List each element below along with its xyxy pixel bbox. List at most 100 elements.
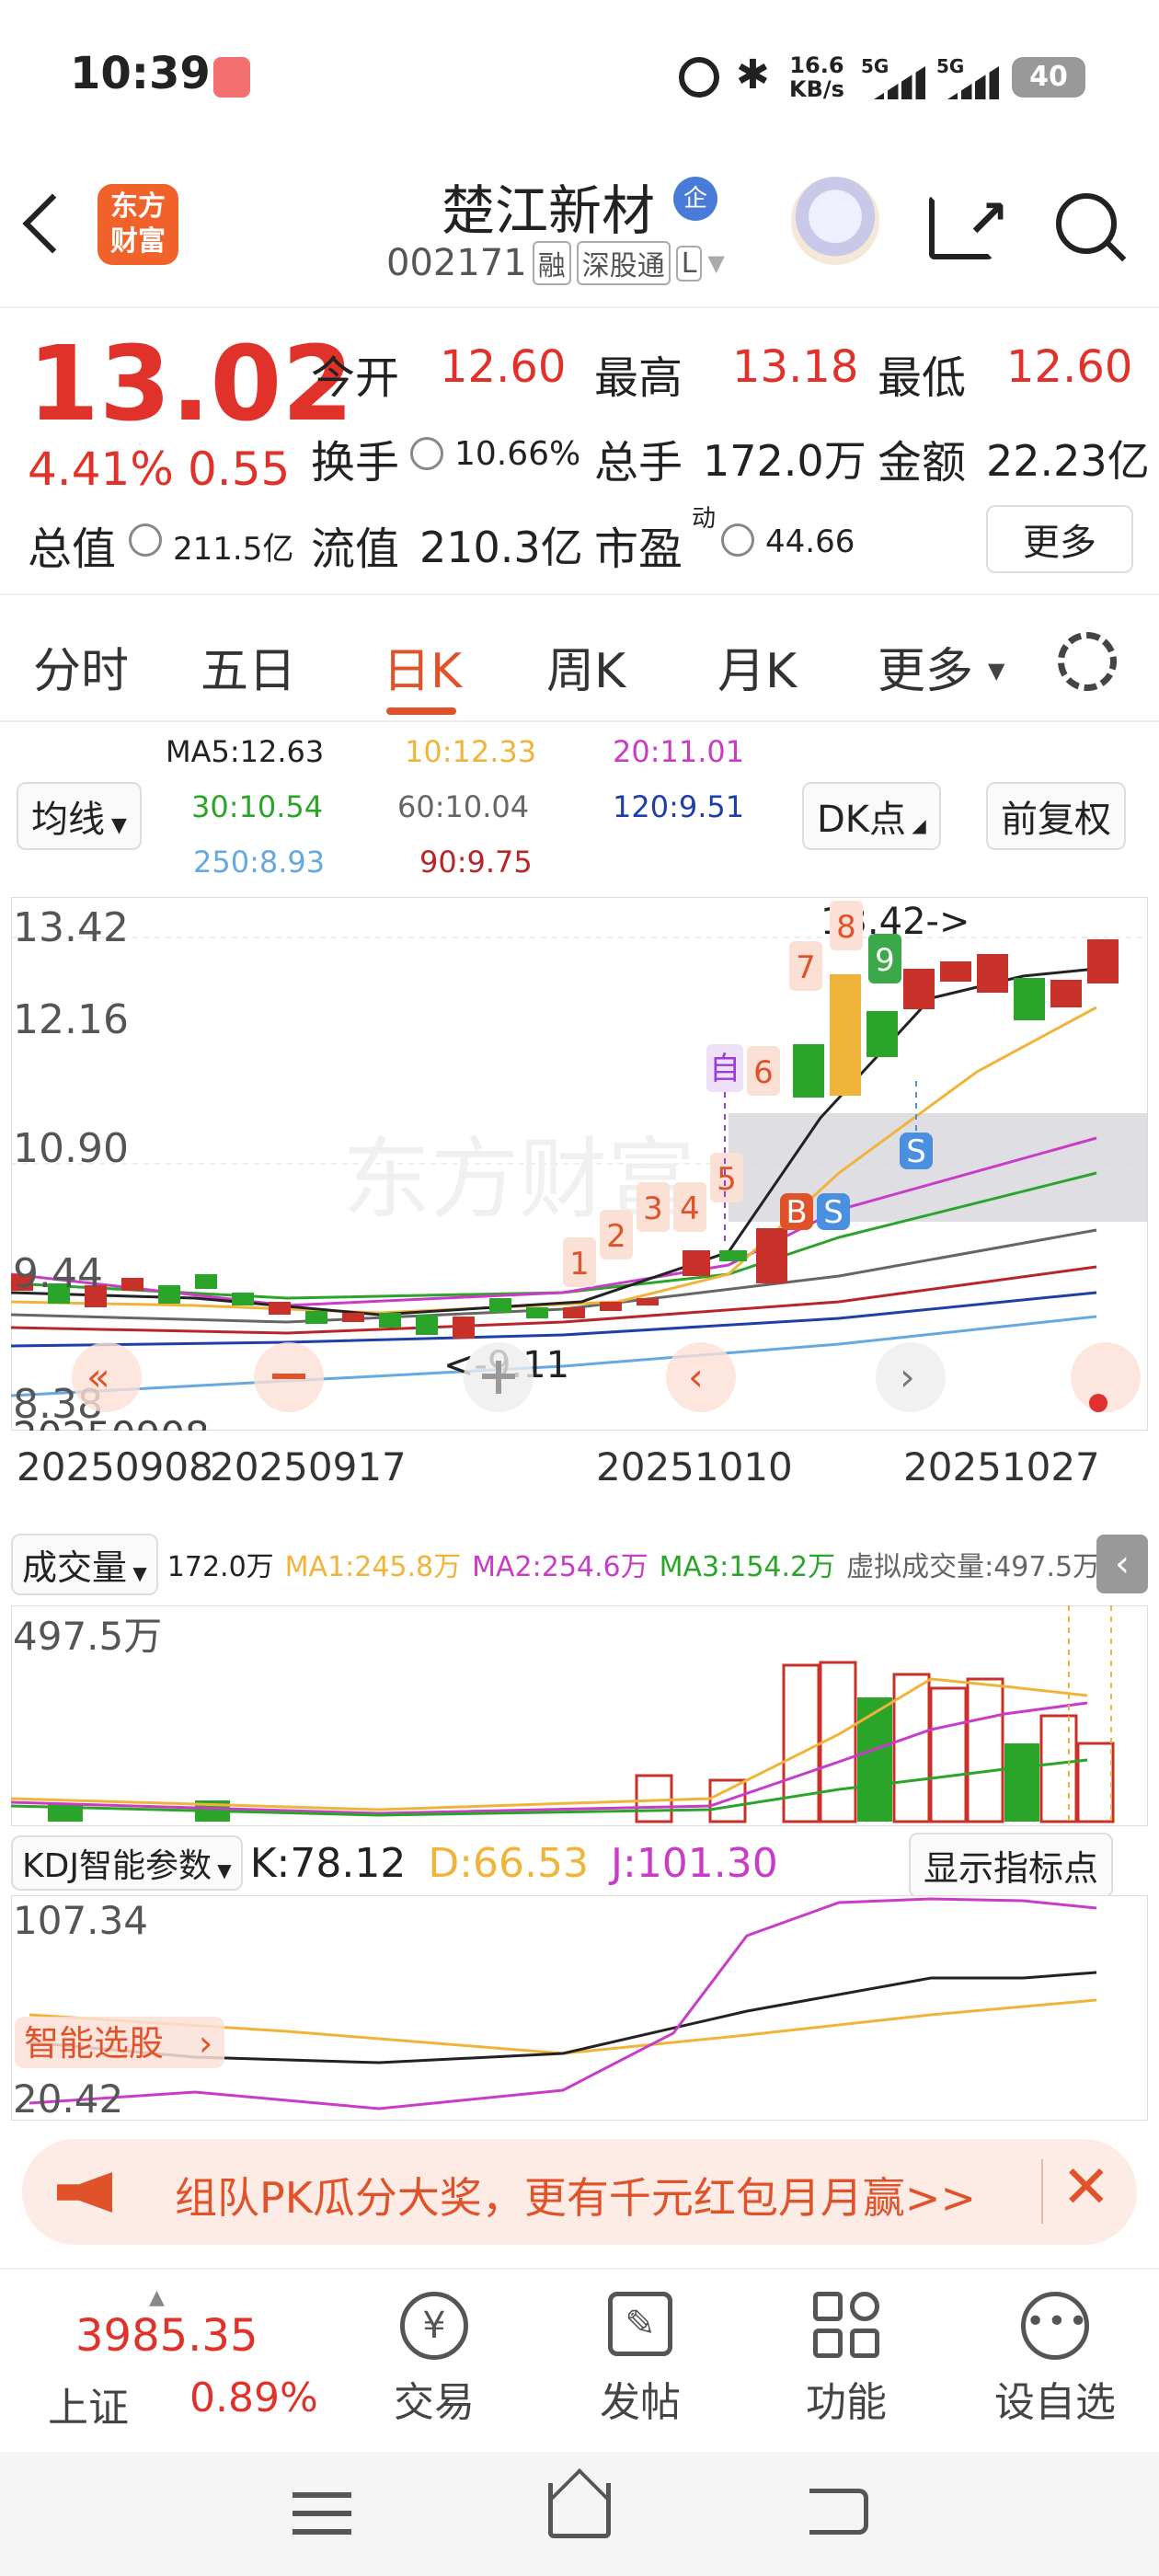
ma250-value: 250:8.93	[193, 845, 326, 880]
ma-legend: MA5:12.63 10:12.33 20:11.01 均线 ▼ 30:10.5…	[0, 727, 1159, 888]
trade-label: 交易	[394, 2379, 475, 2426]
dk-point-label: DK点	[817, 799, 907, 841]
yuan-circle-icon: ¥	[400, 2292, 468, 2360]
chevron-down-icon: ▼	[105, 814, 127, 837]
volume-ma3: MA3:154.2万	[659, 1551, 836, 1583]
s-tag[interactable]: S	[906, 1133, 926, 1170]
volume-selector[interactable]: 成交量 ▼	[11, 1533, 158, 1595]
volume-value: 172.0万	[703, 436, 866, 486]
mktcap-value: 211.5亿	[173, 531, 294, 568]
tab-weekly-k[interactable]: 周K	[546, 632, 625, 701]
show-indicator-button[interactable]: 显示指标点	[909, 1833, 1114, 1898]
low-label: 最低	[878, 352, 967, 404]
change-amount: 0.55	[188, 443, 291, 496]
tab-more[interactable]: 更多	[878, 632, 973, 701]
info-icon[interactable]	[129, 523, 162, 557]
notification-icon	[213, 57, 250, 98]
menu-icon[interactable]	[293, 2492, 351, 2535]
stock-name: 楚江新材	[442, 179, 656, 242]
more-button[interactable]: 更多	[986, 505, 1133, 573]
y-label: 13.42	[13, 904, 129, 951]
float-label: 流值	[311, 523, 400, 575]
battery-icon: 40	[1012, 57, 1085, 98]
info-icon[interactable]	[410, 437, 443, 470]
quote-panel: 13.02 4.41% 0.55 今开 12.60 最高 13.18 最低 12…	[0, 308, 1159, 593]
ma5-value: MA5:12.63	[166, 734, 325, 769]
kdj-y-bottom: 20.42	[13, 2076, 123, 2121]
adjust-button[interactable]: 前复权	[986, 782, 1126, 850]
chevron-down-icon: ▼	[127, 1561, 147, 1584]
current-price: 13.02	[28, 325, 354, 444]
promo-banner[interactable]: 组队PK瓜分大奖，更有千元红包月月赢>> ✕	[22, 2139, 1137, 2245]
change-percent: 4.41%	[28, 443, 174, 496]
low-value: 12.60	[1006, 341, 1133, 393]
dk-point-button[interactable]: DK点 ◢	[802, 782, 941, 850]
s-tag[interactable]: S	[823, 1194, 843, 1231]
kline-chart[interactable]: 东方财富 13.42 12.16 10.90 9.44 8.38 13.42->…	[11, 897, 1148, 1431]
kdj-k: K:78.12	[249, 1839, 407, 1887]
tab-intraday[interactable]: 分时	[33, 632, 129, 701]
trade-button[interactable]: ¥ 交易	[379, 2292, 489, 2448]
tag-dropdown-icon[interactable]: ▼	[707, 250, 724, 276]
period-tabs: 分时 五日 日K 周K 月K 更多 ▼	[0, 593, 1159, 722]
logo-text-2: 财富	[110, 225, 166, 258]
signal-8: 8	[836, 909, 856, 946]
open-value: 12.60	[440, 341, 567, 393]
ma10-value: 10:12.33	[405, 734, 537, 769]
net-speed: 16.6	[789, 52, 844, 78]
ma-selector[interactable]: 均线 ▼	[17, 782, 142, 850]
tab-daily-k[interactable]: 日K	[383, 632, 462, 701]
status-time: 10:39	[70, 48, 211, 99]
pe-superscript: 动	[692, 505, 717, 533]
y-label: 9.44	[13, 1250, 103, 1297]
signal-7: 7	[796, 949, 816, 986]
net-speed-unit: KB/s	[789, 76, 844, 102]
battery-level: 40	[1029, 61, 1068, 93]
volume-chart: 497.5万	[11, 1605, 1148, 1826]
info-icon[interactable]	[721, 523, 754, 557]
edit-icon: ✎	[608, 2292, 672, 2356]
tab-five-day[interactable]: 五日	[201, 632, 296, 701]
index-name: 上证	[48, 2385, 129, 2432]
tab-monthly-k[interactable]: 月K	[717, 632, 797, 701]
back-nav-icon[interactable]	[809, 2489, 868, 2535]
smart-stock-pick-link[interactable]: 智能选股	[24, 2023, 164, 2064]
add-watchlist-button[interactable]: ••• 设自选	[986, 2292, 1124, 2448]
y-label: 12.16	[13, 996, 129, 1043]
functions-button[interactable]: 功能	[791, 2292, 901, 2448]
ma20-value: 20:11.01	[613, 734, 745, 769]
signal-2: 2	[606, 1218, 626, 1255]
connect-tag: 深股通	[576, 241, 671, 285]
level-tag: L	[675, 245, 703, 282]
b-tag[interactable]: B	[786, 1194, 807, 1231]
post-button[interactable]: ✎ 发帖	[585, 2292, 695, 2448]
signal-label-2: 5G	[936, 55, 965, 77]
index-value[interactable]: 3985.35	[75, 2310, 258, 2362]
bluetooth-icon: ✱	[736, 52, 770, 98]
signal-5: 5	[717, 1161, 737, 1198]
x-label: 20250908	[17, 1444, 213, 1489]
kdj-d: D:66.53	[428, 1839, 590, 1887]
x-label: 20251027	[903, 1444, 1100, 1489]
robot-assistant-icon[interactable]	[791, 177, 879, 265]
eastmoney-logo[interactable]: 东方 财富	[98, 184, 178, 265]
signal-label-1: 5G	[861, 55, 889, 77]
megaphone-icon	[57, 2172, 112, 2213]
turnover-value: 10.66%	[454, 435, 581, 473]
add-watchlist-label: 设自选	[994, 2379, 1116, 2426]
volume-label: 总手	[594, 437, 683, 489]
kdj-selector[interactable]: KDJ智能参数 ▼	[11, 1835, 243, 1891]
close-icon[interactable]: ✕	[1061, 2154, 1111, 2222]
pe-label: 市盈	[594, 523, 683, 575]
pe-value: 44.66	[765, 523, 855, 560]
settings-gear-icon[interactable]	[1058, 632, 1117, 691]
back-icon[interactable]	[22, 193, 83, 254]
corner-arrow-icon: ◢	[906, 814, 926, 836]
collapse-panel-icon[interactable]: ‹	[1096, 1535, 1148, 1593]
active-tab-indicator	[386, 707, 456, 715]
chevron-down-icon: ▼	[211, 1859, 232, 1881]
kdj-selector-label: KDJ智能参数	[22, 1847, 212, 1885]
x-label: 20250908	[13, 1413, 210, 1431]
signal-3: 3	[643, 1190, 663, 1227]
functions-label: 功能	[806, 2379, 887, 2426]
